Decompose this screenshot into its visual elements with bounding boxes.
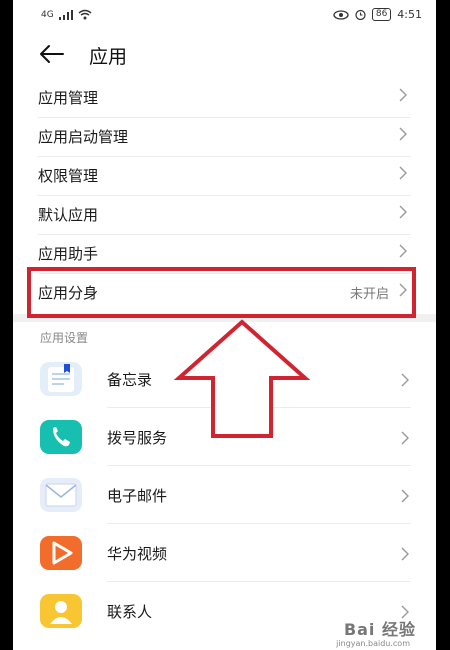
menu-item-default-apps[interactable]: 默认应用 [38, 195, 411, 235]
app-label: 华为视频 [107, 545, 168, 563]
battery-indicator: 86 [371, 8, 392, 21]
app-label: 联系人 [107, 603, 153, 621]
menu-item-app-management[interactable]: 应用管理 [38, 78, 411, 118]
chevron-right-icon [399, 127, 407, 141]
phone-icon [40, 420, 82, 454]
title-bar: 应用 [13, 32, 436, 78]
back-arrow-icon[interactable] [37, 41, 67, 67]
menu-item-permission-management[interactable]: 权限管理 [38, 156, 411, 196]
email-icon [40, 478, 82, 512]
watermark-logo: Bai 经验 [343, 620, 416, 639]
chevron-right-icon [401, 489, 409, 503]
app-label: 拨号服务 [107, 429, 168, 447]
page-title: 应用 [89, 46, 128, 68]
annotation-highlight-box [27, 267, 416, 318]
menu-item-label: 应用启动管理 [38, 128, 129, 146]
menu-item-label: 应用管理 [38, 89, 99, 107]
contacts-icon [40, 594, 82, 628]
signal-icon [58, 9, 73, 20]
menu-item-label: 应用助手 [38, 245, 99, 263]
chevron-right-icon [399, 166, 407, 180]
app-row-email[interactable]: 电子邮件 [13, 466, 436, 524]
chevron-right-icon [399, 205, 407, 219]
section-title: 应用设置 [40, 331, 89, 345]
menu-item-app-launch-management[interactable]: 应用启动管理 [38, 117, 411, 157]
menu-item-label: 权限管理 [38, 167, 99, 185]
menu-item-label: 默认应用 [38, 206, 99, 224]
wifi-icon [78, 9, 92, 20]
chevron-right-icon [401, 431, 409, 445]
eye-comfort-icon [333, 9, 349, 20]
chevron-right-icon [399, 88, 407, 102]
watermark-url: jingyan.baidu.com [336, 639, 410, 648]
app-label: 备忘录 [107, 371, 153, 389]
chevron-right-icon [401, 373, 409, 387]
annotation-up-arrow-icon [173, 319, 311, 438]
network-label: 4G [41, 9, 54, 20]
status-bar: 4G 86 4:51 [13, 0, 436, 32]
screen: 4G 86 4:51 应用 应用管理 应用启动管理 权限管理 默认应用 应用助手… [13, 0, 436, 650]
app-row-huawei-video[interactable]: 华为视频 [13, 524, 436, 582]
memo-icon [40, 362, 82, 396]
clock: 4:51 [397, 8, 422, 21]
chevron-right-icon [401, 547, 409, 561]
alarm-icon [355, 9, 366, 20]
chevron-right-icon [399, 244, 407, 258]
video-icon [40, 536, 82, 570]
app-label: 电子邮件 [107, 487, 168, 505]
